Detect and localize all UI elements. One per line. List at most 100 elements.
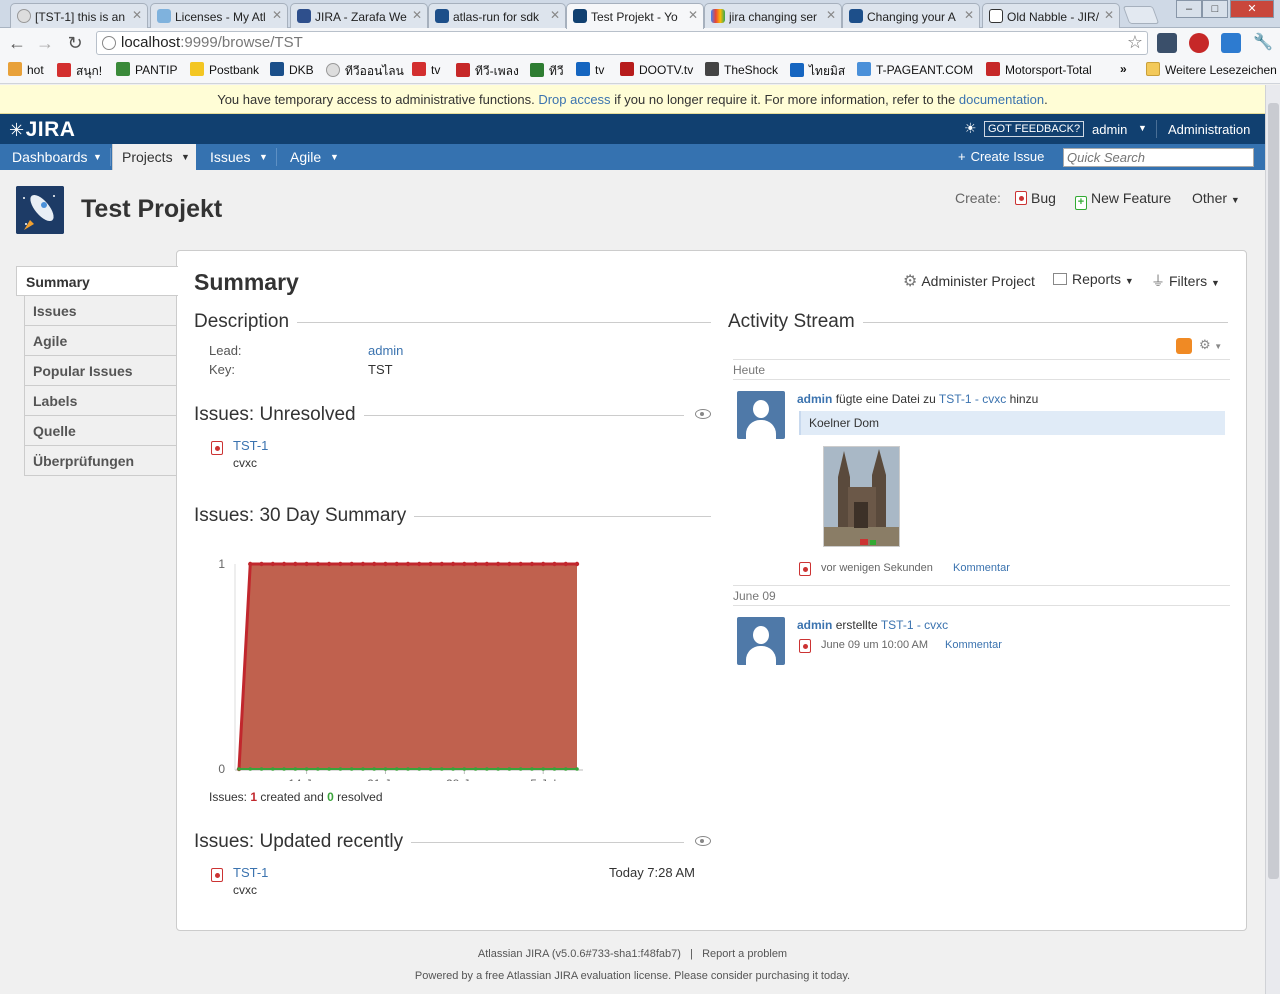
bookmark-item[interactable]: T-PAGEANT.COM (857, 62, 973, 77)
page-info-icon[interactable] (102, 36, 116, 50)
bug-icon (1015, 191, 1027, 205)
agile-caret-icon[interactable]: ▼ (330, 152, 339, 162)
bookmark-item[interactable]: hot (8, 62, 44, 77)
create-other-button[interactable]: Other ▼ (1192, 190, 1240, 206)
bookmarks-more-button[interactable]: » (1120, 62, 1127, 76)
bookmark-item[interactable]: DOOTV.tv (620, 62, 693, 77)
administer-project-button[interactable]: ⚙ Administer Project (903, 271, 1035, 291)
new-tab-button[interactable] (1122, 6, 1160, 24)
bookmark-item[interactable]: ไทยมิส (790, 62, 845, 81)
avatar[interactable] (737, 391, 785, 439)
browser-tab[interactable]: jira changing ser ✕ (704, 3, 842, 28)
window-maximize-button[interactable]: □ (1202, 0, 1228, 18)
nav-agile[interactable]: Agile (290, 144, 321, 170)
bookmark-star-icon[interactable]: ☆ (1127, 32, 1143, 53)
nav-dashboards[interactable]: Dashboards (12, 144, 88, 170)
attachment-thumbnail[interactable] (823, 446, 900, 547)
create-issue-button[interactable]: + Create Issue (958, 149, 1044, 164)
quick-search-input[interactable] (1063, 148, 1254, 167)
sidebar-item-popular-issues[interactable]: Popular Issues (24, 356, 178, 386)
tab-close-icon[interactable]: ✕ (964, 8, 974, 22)
drop-access-link[interactable]: Drop access (538, 92, 610, 107)
window-minimize-button[interactable]: – (1176, 0, 1202, 18)
updated-issue-link[interactable]: TST-1 (233, 865, 268, 880)
reports-button[interactable]: Reports ▼ (1053, 271, 1134, 287)
sidebar-item-issues[interactable]: Issues (24, 296, 178, 326)
sidebar-item-summary[interactable]: Summary (16, 266, 178, 296)
nav-issues[interactable]: Issues (210, 144, 250, 170)
bookmark-item[interactable]: Motorsport-Total (986, 62, 1092, 77)
browser-tab[interactable]: Old Nabble - JIR/ ✕ (982, 3, 1120, 28)
feedback-button[interactable]: GOT FEEDBACK? (984, 121, 1085, 137)
tab-close-icon[interactable]: ✕ (412, 8, 422, 22)
extension-stack-icon[interactable] (1221, 33, 1241, 53)
browser-tab[interactable]: [TST-1] this is an ✕ (10, 3, 148, 28)
user-menu[interactable]: admin (1092, 122, 1127, 137)
created-point (338, 561, 343, 567)
issues-caret-icon[interactable]: ▼ (259, 152, 268, 162)
watch-eye-icon[interactable] (695, 836, 711, 846)
watch-eye-icon[interactable] (695, 409, 711, 419)
wrench-menu-icon[interactable]: 🔧 (1252, 32, 1274, 54)
tab-close-icon[interactable]: ✕ (1104, 8, 1114, 22)
browser-tab[interactable]: Licenses - My Atl ✕ (150, 3, 288, 28)
activity-issue-link[interactable]: TST-1 - cvxc (939, 392, 1006, 406)
bookmark-item[interactable]: สนุก! (57, 62, 102, 81)
projects-caret-icon[interactable]: ▼ (181, 152, 190, 162)
create-new-feature-button[interactable]: + New Feature (1075, 190, 1171, 210)
back-arrow-icon[interactable]: ← (6, 32, 28, 54)
window-close-button[interactable]: ✕ (1230, 0, 1274, 18)
adblock-icon[interactable] (1189, 33, 1209, 53)
report-problem-link[interactable]: Report a problem (702, 948, 787, 960)
page-scrollbar[interactable] (1265, 85, 1280, 994)
sidebar-item-agile[interactable]: Agile (24, 326, 178, 356)
comment-link[interactable]: Kommentar (945, 639, 1002, 651)
documentation-link[interactable]: documentation (959, 92, 1044, 107)
bookmark-item[interactable]: ทีวี-เพลง (456, 62, 519, 81)
bookmark-item[interactable]: PANTIP (116, 62, 177, 77)
sidebar-item-labels[interactable]: Labels (24, 386, 178, 416)
reload-icon[interactable]: ↻ (64, 32, 86, 54)
unresolved-issue-link[interactable]: TST-1 (233, 438, 268, 453)
other-bookmarks-folder[interactable]: Weitere Lesezeichen (1146, 62, 1277, 77)
tab-close-icon[interactable]: ✕ (826, 8, 836, 22)
resolved-point (417, 767, 422, 771)
bookmark-item[interactable]: tv (412, 62, 440, 77)
browser-tab-active[interactable]: Test Projekt - Yo ✕ (566, 3, 704, 29)
banner-text: . (1044, 92, 1048, 107)
sidebar-item-quelle[interactable]: Quelle (24, 416, 178, 446)
bookmark-item[interactable]: TheShock (705, 62, 778, 77)
tab-close-icon[interactable]: ✕ (272, 8, 282, 22)
activity-user-link[interactable]: admin (797, 392, 832, 406)
dashboards-caret-icon[interactable]: ▼ (93, 152, 102, 162)
scrollbar-thumb[interactable] (1268, 103, 1279, 879)
bookmark-item[interactable]: tv (576, 62, 604, 77)
avatar[interactable] (737, 617, 785, 665)
bookmark-item[interactable]: ทีวี (530, 62, 564, 81)
browser-tab[interactable]: atlas-run for sdk ✕ (428, 3, 566, 28)
jira-logo[interactable]: ✳JIRA (9, 118, 75, 142)
bookmark-item[interactable]: Postbank (190, 62, 259, 77)
tab-close-icon[interactable]: ✕ (550, 8, 560, 22)
activity-user-link[interactable]: admin (797, 618, 832, 632)
activity-issue-link[interactable]: TST-1 - cvxc (881, 618, 948, 632)
forward-arrow-icon[interactable]: → (34, 32, 56, 54)
create-bug-button[interactable]: Bug (1015, 190, 1056, 206)
address-bar[interactable]: localhost:9999/browse/TST ☆ (96, 31, 1148, 55)
sidebar-item-reviews[interactable]: Überprüfungen (24, 446, 178, 476)
lead-link[interactable]: admin (368, 343, 403, 358)
browser-tab[interactable]: Changing your A ✕ (842, 3, 980, 28)
tab-close-icon[interactable]: ✕ (132, 8, 142, 22)
extension-icon[interactable] (1157, 33, 1177, 53)
user-menu-caret-icon[interactable]: ▼ (1138, 123, 1147, 133)
administration-link[interactable]: Administration (1168, 122, 1250, 137)
comment-link[interactable]: Kommentar (953, 562, 1010, 574)
bookmark-item[interactable]: ทีวีออนไลน (326, 62, 404, 81)
tab-close-icon[interactable]: ✕ (688, 8, 698, 22)
rss-feed-icon[interactable] (1176, 338, 1192, 354)
activity-settings-gear-icon[interactable]: ⚙ ▼ (1199, 337, 1222, 353)
bookmark-item[interactable]: DKB (270, 62, 314, 77)
browser-tab[interactable]: JIRA - Zarafa Wel ✕ (290, 3, 428, 28)
filters-button[interactable]: ⏚ Filters ▼ (1151, 271, 1220, 291)
nav-projects[interactable]: Projects ▼ (112, 144, 196, 170)
